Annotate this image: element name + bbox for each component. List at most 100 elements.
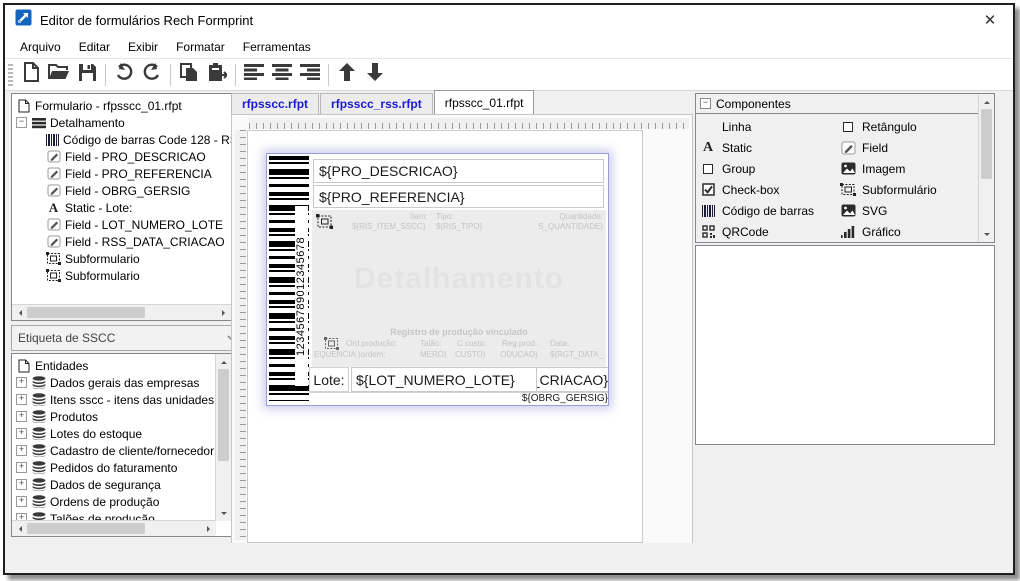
database-icon <box>31 460 46 475</box>
menu-editar[interactable]: Editar <box>70 38 119 56</box>
entity-item[interactable]: + Pedidos do faturamento <box>16 459 214 476</box>
expand-expander[interactable]: + <box>16 428 27 439</box>
scroll-left-arrow[interactable] <box>12 305 27 320</box>
scrollbar-thumb[interactable] <box>981 109 992 179</box>
tab-rfpsscc[interactable]: rfpsscc.rfpt <box>231 93 319 114</box>
tree-item-field[interactable]: Field - OBRG_GERSIG <box>46 182 229 199</box>
save-button[interactable] <box>73 62 101 88</box>
scroll-up-arrow[interactable] <box>979 94 994 109</box>
tab-rfpsscc-01[interactable]: rfpsscc_01.rfpt <box>434 90 535 114</box>
scrollbar-thumb[interactable] <box>27 307 145 318</box>
toolbar-separator <box>328 64 329 86</box>
scroll-down-arrow[interactable] <box>979 227 994 242</box>
expand-expander[interactable]: + <box>16 377 27 388</box>
component-imagem[interactable]: Imagem <box>840 158 976 179</box>
undo-button[interactable] <box>110 62 138 88</box>
expand-expander[interactable]: + <box>16 462 27 473</box>
component-label: Retângulo <box>862 120 917 134</box>
entity-item[interactable]: + Dados de segurança <box>16 476 214 493</box>
redo-button[interactable] <box>138 62 166 88</box>
entity-item[interactable]: + Itens sscc - itens das unidades lo <box>16 391 214 408</box>
open-file-button[interactable] <box>45 62 73 88</box>
design-canvas[interactable]: 123456789012345678 ${PRO_DESCRICAO} ${PR… <box>231 114 693 544</box>
tree-item-subform[interactable]: Subformulario <box>46 267 229 284</box>
form-paper[interactable]: 123456789012345678 ${PRO_DESCRICAO} ${PR… <box>247 130 643 543</box>
align-left-button[interactable] <box>240 62 268 88</box>
entity-item[interactable]: + Ordens de produção <box>16 493 214 510</box>
menu-exibir[interactable]: Exibir <box>119 38 167 56</box>
scroll-left-arrow[interactable] <box>12 521 27 536</box>
tree-item-static[interactable]: A Static - Lote: <box>46 199 229 216</box>
expand-expander[interactable]: + <box>16 411 27 422</box>
horizontal-scrollbar[interactable] <box>12 304 231 320</box>
field-obrg-gersig[interactable]: ${OBRG_GERSIG} <box>309 392 608 405</box>
label-design[interactable]: 123456789012345678 ${PRO_DESCRICAO} ${PR… <box>266 153 609 406</box>
image-icon <box>840 204 856 217</box>
align-right-button[interactable] <box>296 62 324 88</box>
expand-expander[interactable]: + <box>16 496 27 507</box>
component-subformulario[interactable]: Subformulário <box>840 179 976 200</box>
barcode-icon <box>700 205 716 217</box>
component-codigo-de-barras[interactable]: Código de barras <box>700 200 836 221</box>
tree-item-field[interactable]: Field - LOT_NUMERO_LOTE <box>46 216 229 233</box>
components-header[interactable]: − Componentes <box>696 94 979 114</box>
scroll-right-arrow[interactable] <box>216 305 231 320</box>
component-retangulo[interactable]: Retângulo <box>840 116 976 137</box>
vertical-scrollbar[interactable] <box>215 354 231 521</box>
expand-expander[interactable]: + <box>16 445 27 456</box>
scroll-down-arrow[interactable] <box>216 506 231 521</box>
tree-item-field[interactable]: Field - PRO_DESCRICAO <box>46 148 229 165</box>
tree-item-subform[interactable]: Subformulario <box>46 250 229 267</box>
field-expression: ${PRO_REFERENCIA} <box>319 189 465 205</box>
close-button[interactable]: ✕ <box>977 11 1003 29</box>
component-linha[interactable]: Linha <box>700 116 836 137</box>
expand-expander[interactable]: + <box>16 394 27 405</box>
component-static[interactable]: AStatic <box>700 137 836 158</box>
component-qrcode[interactable]: QRCode <box>700 221 836 242</box>
move-up-button[interactable] <box>333 62 361 88</box>
align-center-button[interactable] <box>268 62 296 88</box>
static-lote-object[interactable]: Lote: <box>309 367 349 392</box>
tree-item-formulario[interactable]: Formulario - rfpsscc_01.rfpt <box>16 97 229 114</box>
toolbar-grip[interactable] <box>8 64 13 86</box>
field-pro-referencia[interactable]: ${PRO_REFERENCIA} <box>313 185 604 208</box>
move-down-button[interactable] <box>361 62 389 88</box>
entity-item[interactable]: + Dados gerais das empresas <box>16 374 214 391</box>
menu-arquivo[interactable]: Arquivo <box>11 38 70 56</box>
horizontal-scrollbar[interactable] <box>12 520 216 536</box>
menu-ferramentas[interactable]: Ferramentas <box>234 38 320 56</box>
entity-item[interactable]: + Cadastro de cliente/fornecedor <box>16 442 214 459</box>
tree-item-barcode[interactable]: Código de barras Code 128 - RS <box>46 131 229 148</box>
field-rss-data-criacao[interactable]: _CRIACAO} <box>536 367 608 392</box>
vertical-scrollbar[interactable] <box>978 94 994 242</box>
scrollbar-thumb[interactable] <box>218 369 229 461</box>
rectangle-icon <box>840 122 856 132</box>
tree-item-detalhamento[interactable]: − Detalhamento <box>16 114 229 131</box>
tree-item-field[interactable]: Field - RSS_DATA_CRIACAO <box>46 233 229 250</box>
entity-item[interactable]: + Lotes do estoque <box>16 425 214 442</box>
expand-expander[interactable]: + <box>16 479 27 490</box>
tree-item-entidades[interactable]: Entidades <box>16 357 214 374</box>
subform-items-object[interactable]: Item: Tipo: Quantidade: ${RIS_ITEM_SSCC}… <box>312 210 606 367</box>
component-svg[interactable]: SVG <box>840 200 976 221</box>
paste-button[interactable] <box>203 62 231 88</box>
component-field[interactable]: Field <box>840 137 976 158</box>
component-group[interactable]: Group <box>700 158 836 179</box>
field-lot-numero-lote[interactable]: ${LOT_NUMERO_LOTE} <box>351 367 546 392</box>
new-file-button[interactable] <box>17 62 45 88</box>
scroll-right-arrow[interactable] <box>201 521 216 536</box>
component-grafico[interactable]: Gráfico <box>840 221 976 242</box>
scroll-up-arrow[interactable] <box>216 354 231 369</box>
entity-item[interactable]: + Produtos <box>16 408 214 425</box>
tab-rfpsscc-rss[interactable]: rfpsscc_rss.rfpt <box>320 93 433 114</box>
scrollbar-thumb[interactable] <box>27 523 145 534</box>
subform-producao-object[interactable]: Registro de produção vinculado Ord.produ… <box>312 327 606 365</box>
field-pro-descricao[interactable]: ${PRO_DESCRICAO} <box>313 159 604 183</box>
entity-combobox[interactable]: Etiqueta de SSCC <box>11 325 244 351</box>
collapse-expander[interactable]: − <box>16 117 27 128</box>
component-checkbox[interactable]: Check-box <box>700 179 836 200</box>
collapse-icon[interactable]: − <box>700 98 711 109</box>
copy-button[interactable] <box>175 62 203 88</box>
menu-formatar[interactable]: Formatar <box>167 38 234 56</box>
tree-item-field[interactable]: Field - PRO_REFERENCIA <box>46 165 229 182</box>
